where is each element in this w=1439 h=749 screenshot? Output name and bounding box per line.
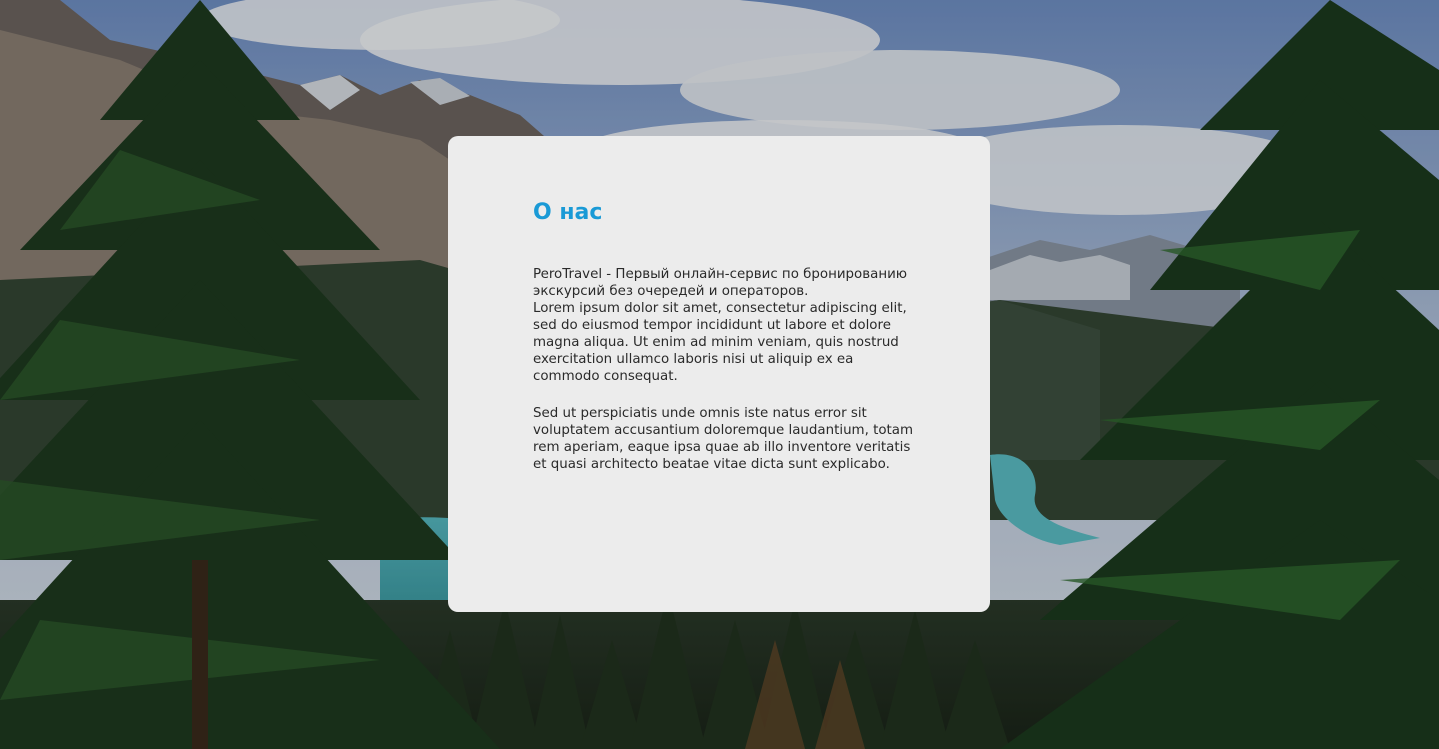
- about-card: О нас PeroTravel - Первый онлайн-сервис …: [448, 136, 990, 612]
- about-title: О нас: [533, 200, 603, 225]
- about-paragraph-2: Sed ut perspiciatis unde omnis iste natu…: [533, 406, 914, 472]
- about-paragraph-1: PeroTravel - Первый онлайн-сервис по бро…: [533, 267, 908, 384]
- about-text: PeroTravel - Первый онлайн-сервис по бро…: [533, 266, 914, 473]
